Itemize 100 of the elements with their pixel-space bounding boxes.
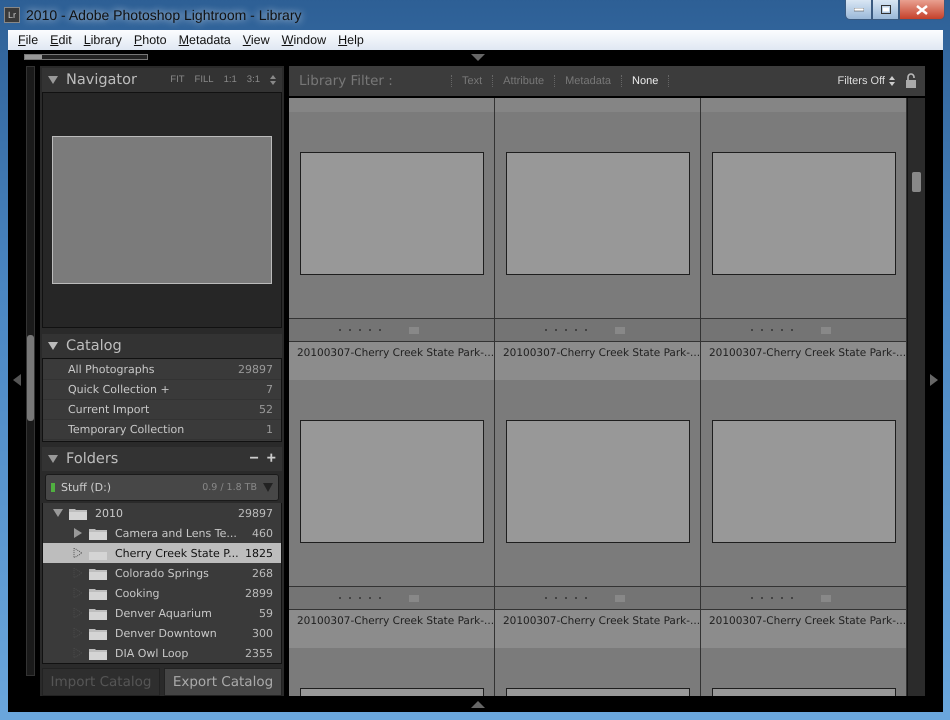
zoom-option[interactable]: 3:1 [246,74,260,86]
grid-cell[interactable] [701,98,907,112]
filter-preset[interactable]: Filters Off [838,75,885,87]
catalog-item[interactable]: Quick Collection + 7 [43,380,281,400]
minimize-button[interactable] [845,0,872,20]
folder-name: DIA Owl Loop [115,646,188,660]
folder-name: 2010 [95,506,123,520]
collapse-arrow-icon[interactable] [471,54,485,61]
menu-item[interactable]: View [236,33,276,47]
grid-cell[interactable] [289,98,495,112]
catalog-item[interactable]: Current Import 52 [43,400,281,420]
volume-name: Stuff (D:) [61,481,112,494]
item-count: 7 [266,382,273,396]
collapse-arrow-icon[interactable] [930,374,938,386]
volume-usage: 0.9 / 1.8 TB [202,482,257,494]
folder-count: 29897 [238,506,273,520]
menu-item[interactable]: Help [332,33,370,47]
expanded-arrow-icon[interactable] [48,74,58,85]
file-name: 20100307-Cherry Creek State Park-... [701,610,906,648]
panel-header[interactable]: Catalog [42,334,282,358]
folder-count: 2899 [245,586,273,600]
file-name: 20100307-Cherry Creek State Park-... [495,610,700,648]
collapse-arrow-icon[interactable] [471,701,485,708]
menu-item[interactable]: Photo [128,33,173,47]
file-name: 20100307-Cherry Creek State Park-... [289,342,494,380]
folder-count: 1825 [245,546,273,560]
folder-name: Colorado Springs [115,566,209,580]
folder-row[interactable]: Denver Downtown 300 [43,623,281,644]
folder-icon [89,566,107,580]
folder-count: 268 [252,566,273,580]
file-name: 20100307-Cherry Creek State Park-... [289,610,494,648]
filter-tab[interactable]: None [621,75,670,87]
scrollbar-track[interactable] [907,98,925,696]
item-label: Temporary Collection [68,422,184,436]
panel-header[interactable]: Navigator FIT FILL 1:1 3:1 [42,68,282,92]
folder-icon [89,606,107,620]
folder-icon [89,646,107,660]
grid-cell[interactable] [495,98,701,112]
thumbnail-frame[interactable] [506,420,690,543]
item-count: 52 [259,402,273,416]
zoom-option[interactable]: FIT [170,74,185,86]
folder-icon [89,526,107,540]
menu-item[interactable]: Edit [44,33,78,47]
menu-item[interactable]: Metadata [172,33,237,47]
thumbnail-frame[interactable] [506,152,690,275]
lock-icon[interactable] [905,73,917,89]
zoom-option[interactable]: FILL [194,74,214,86]
menu-item[interactable]: Window [276,33,332,47]
collapse-arrow-icon[interactable] [13,374,21,386]
maximize-button[interactable] [872,0,899,20]
expanded-arrow-icon[interactable] [48,340,58,351]
folder-icon [89,586,107,600]
thumbnail-frame[interactable] [300,152,484,275]
expanded-arrow-icon[interactable] [48,454,58,464]
file-name: 20100307-Cherry Creek State Park-... [495,342,700,380]
folder-name: Cooking [115,586,160,600]
export-button[interactable]: Export Catalog [164,668,282,696]
window-title: 2010 - Adobe Photoshop Lightroom - Library [26,7,302,23]
item-label: All Photographs [68,362,154,376]
folder-row[interactable]: 2010 29897 [43,503,281,524]
catalog-item[interactable]: Temporary Collection 1 [43,420,281,440]
collapsed-arrow-icon[interactable] [73,528,83,538]
close-button[interactable] [899,0,945,20]
scrollbar-thumb[interactable] [912,172,921,192]
folder-row[interactable]: Colorado Springs 268 [43,563,281,584]
folder-icon [89,626,107,640]
close-icon [916,4,928,14]
remove-button[interactable]: − [249,450,259,468]
panel-header[interactable]: Folders − + [42,447,282,472]
folder-row[interactable]: Cooking 2899 [43,583,281,604]
folder-name: Camera and Lens Te... [115,526,237,540]
thumbnail-frame[interactable] [300,420,484,543]
catalog-item[interactable]: All Photographs 29897 [43,360,281,380]
panel-title: Navigator [66,72,137,88]
add-button[interactable]: + [266,450,276,468]
thumbnail-frame[interactable] [712,152,896,275]
folder-row[interactable]: Camera and Lens Te... 460 [43,523,281,544]
updown-icon[interactable] [889,76,895,86]
scrollbar-thumb[interactable] [27,335,34,421]
folder-row[interactable]: Denver Aquarium 59 [43,603,281,624]
folder-count: 59 [259,606,273,620]
expanded-arrow-icon[interactable] [53,508,63,518]
menu-item[interactable]: File [12,33,44,47]
item-count: 1 [266,422,273,436]
folder-row[interactable]: Cherry Creek State P... 1825 [43,543,281,564]
folder-row[interactable]: DIA Owl Loop 2355 [43,643,281,664]
folder-count: 460 [252,526,273,540]
filter-title: Library Filter : [299,73,393,89]
thumbnail-frame[interactable] [712,420,896,543]
volume-bar[interactable]: Stuff (D:) 0.9 / 1.8 TB [45,474,279,502]
zoom-option[interactable]: 1:1 [224,74,237,86]
folder-count: 300 [252,626,273,640]
maximize-icon [880,5,890,14]
folder-name: Denver Downtown [115,626,217,640]
updown-icon[interactable] [270,74,276,85]
file-name: 20100307-Cherry Creek State Park-... [701,342,906,380]
menu-item[interactable]: Library [78,33,128,47]
folder-name: Cherry Creek State P... [115,546,239,560]
volume-status-icon [51,483,55,492]
folder-icon [69,506,87,520]
